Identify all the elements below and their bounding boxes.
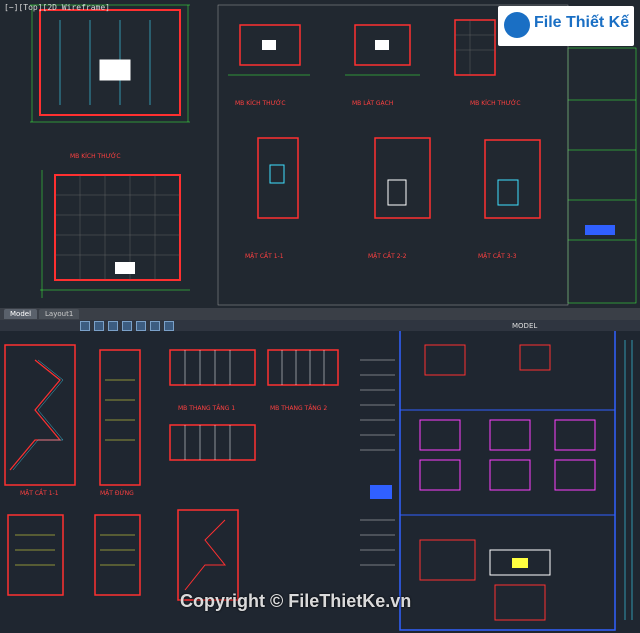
label-b2: MB THANG TẦNG 2: [270, 404, 327, 412]
right-edge-column: [624, 340, 633, 620]
floor-plan-1: [30, 4, 190, 123]
tool-icon[interactable]: [108, 320, 118, 331]
tool-icon[interactable]: [94, 320, 104, 331]
tab-model[interactable]: Model: [4, 309, 38, 319]
tool-icon[interactable]: [122, 320, 132, 331]
label-sec1: MẶT CẮT 1-1: [245, 252, 284, 260]
stair-lower-1: [7, 514, 64, 596]
plan-3: [228, 24, 310, 76]
bottom-drawing-canvas: MẶT CẮT 1-1 MẶT ĐỨNG MB THANG TẦNG 1 MB …: [4, 329, 633, 631]
label-plan3: MB LÁT GẠCH: [352, 100, 393, 107]
section-1: [257, 137, 299, 219]
stair-lower-3: [177, 509, 239, 601]
tool-icon[interactable]: [164, 320, 174, 331]
tool-icon[interactable]: [136, 320, 146, 331]
label-plan4: MB KÍCH THƯỚC: [470, 100, 521, 107]
stair-plan-3: [169, 424, 256, 461]
bottom-drawing-viewport[interactable]: MẶT CẮT 1-1 MẶT ĐỨNG MB THANG TẦNG 1 MB …: [0, 320, 640, 633]
legend-column: [360, 359, 395, 566]
layout-tab-bar: Model Layout1: [0, 308, 640, 320]
label-b4: MẶT ĐỨNG: [100, 490, 134, 497]
copyright-watermark: Copyright © FileThietKe.vn: [180, 591, 412, 611]
logo-text: File Thiết Kế: [534, 14, 630, 31]
stair-plan-1: [169, 349, 256, 386]
viewport-label[interactable]: [−][Top][2D Wireframe]: [4, 3, 110, 12]
small-logo: [370, 485, 392, 499]
top-drawing-viewport[interactable]: [−][Top][2D Wireframe] MB KÍCH THƯỚC MB …: [0, 0, 640, 310]
label-b1: MB THANG TẦNG 1: [178, 404, 235, 412]
label-sec3: MẶT CẮT 3-3: [478, 252, 517, 260]
tab-layout1[interactable]: Layout1: [39, 309, 80, 319]
section-2: [374, 137, 431, 219]
section-3: [484, 139, 541, 219]
plan-5: [454, 19, 496, 76]
stair-section: [4, 344, 76, 486]
floor-plan-2: [40, 170, 190, 298]
label-b3: MẶT CẮT 1-1: [20, 489, 59, 497]
model-label[interactable]: MODEL: [512, 322, 537, 330]
stair-lower-2: [94, 514, 141, 596]
label-plan2: MB KÍCH THƯỚC: [235, 100, 286, 107]
logo: File Thiết Kế: [498, 6, 634, 46]
label-plan1: MB KÍCH THƯỚC: [70, 153, 121, 160]
plan-4: [345, 24, 420, 76]
label-sec2: MẶT CẮT 2-2: [368, 252, 407, 260]
stair-elevation: [99, 349, 141, 486]
title-block: [567, 47, 637, 304]
toolbar: [0, 320, 640, 331]
tool-icon[interactable]: [80, 320, 90, 331]
logo-icon: [504, 12, 530, 38]
right-sheet: [399, 329, 616, 631]
stair-plan-2: [267, 349, 339, 386]
top-drawing-canvas: MB KÍCH THƯỚC MB KÍCH THƯỚC MB LÁT GẠCH …: [30, 4, 637, 306]
tool-icon[interactable]: [150, 320, 160, 331]
